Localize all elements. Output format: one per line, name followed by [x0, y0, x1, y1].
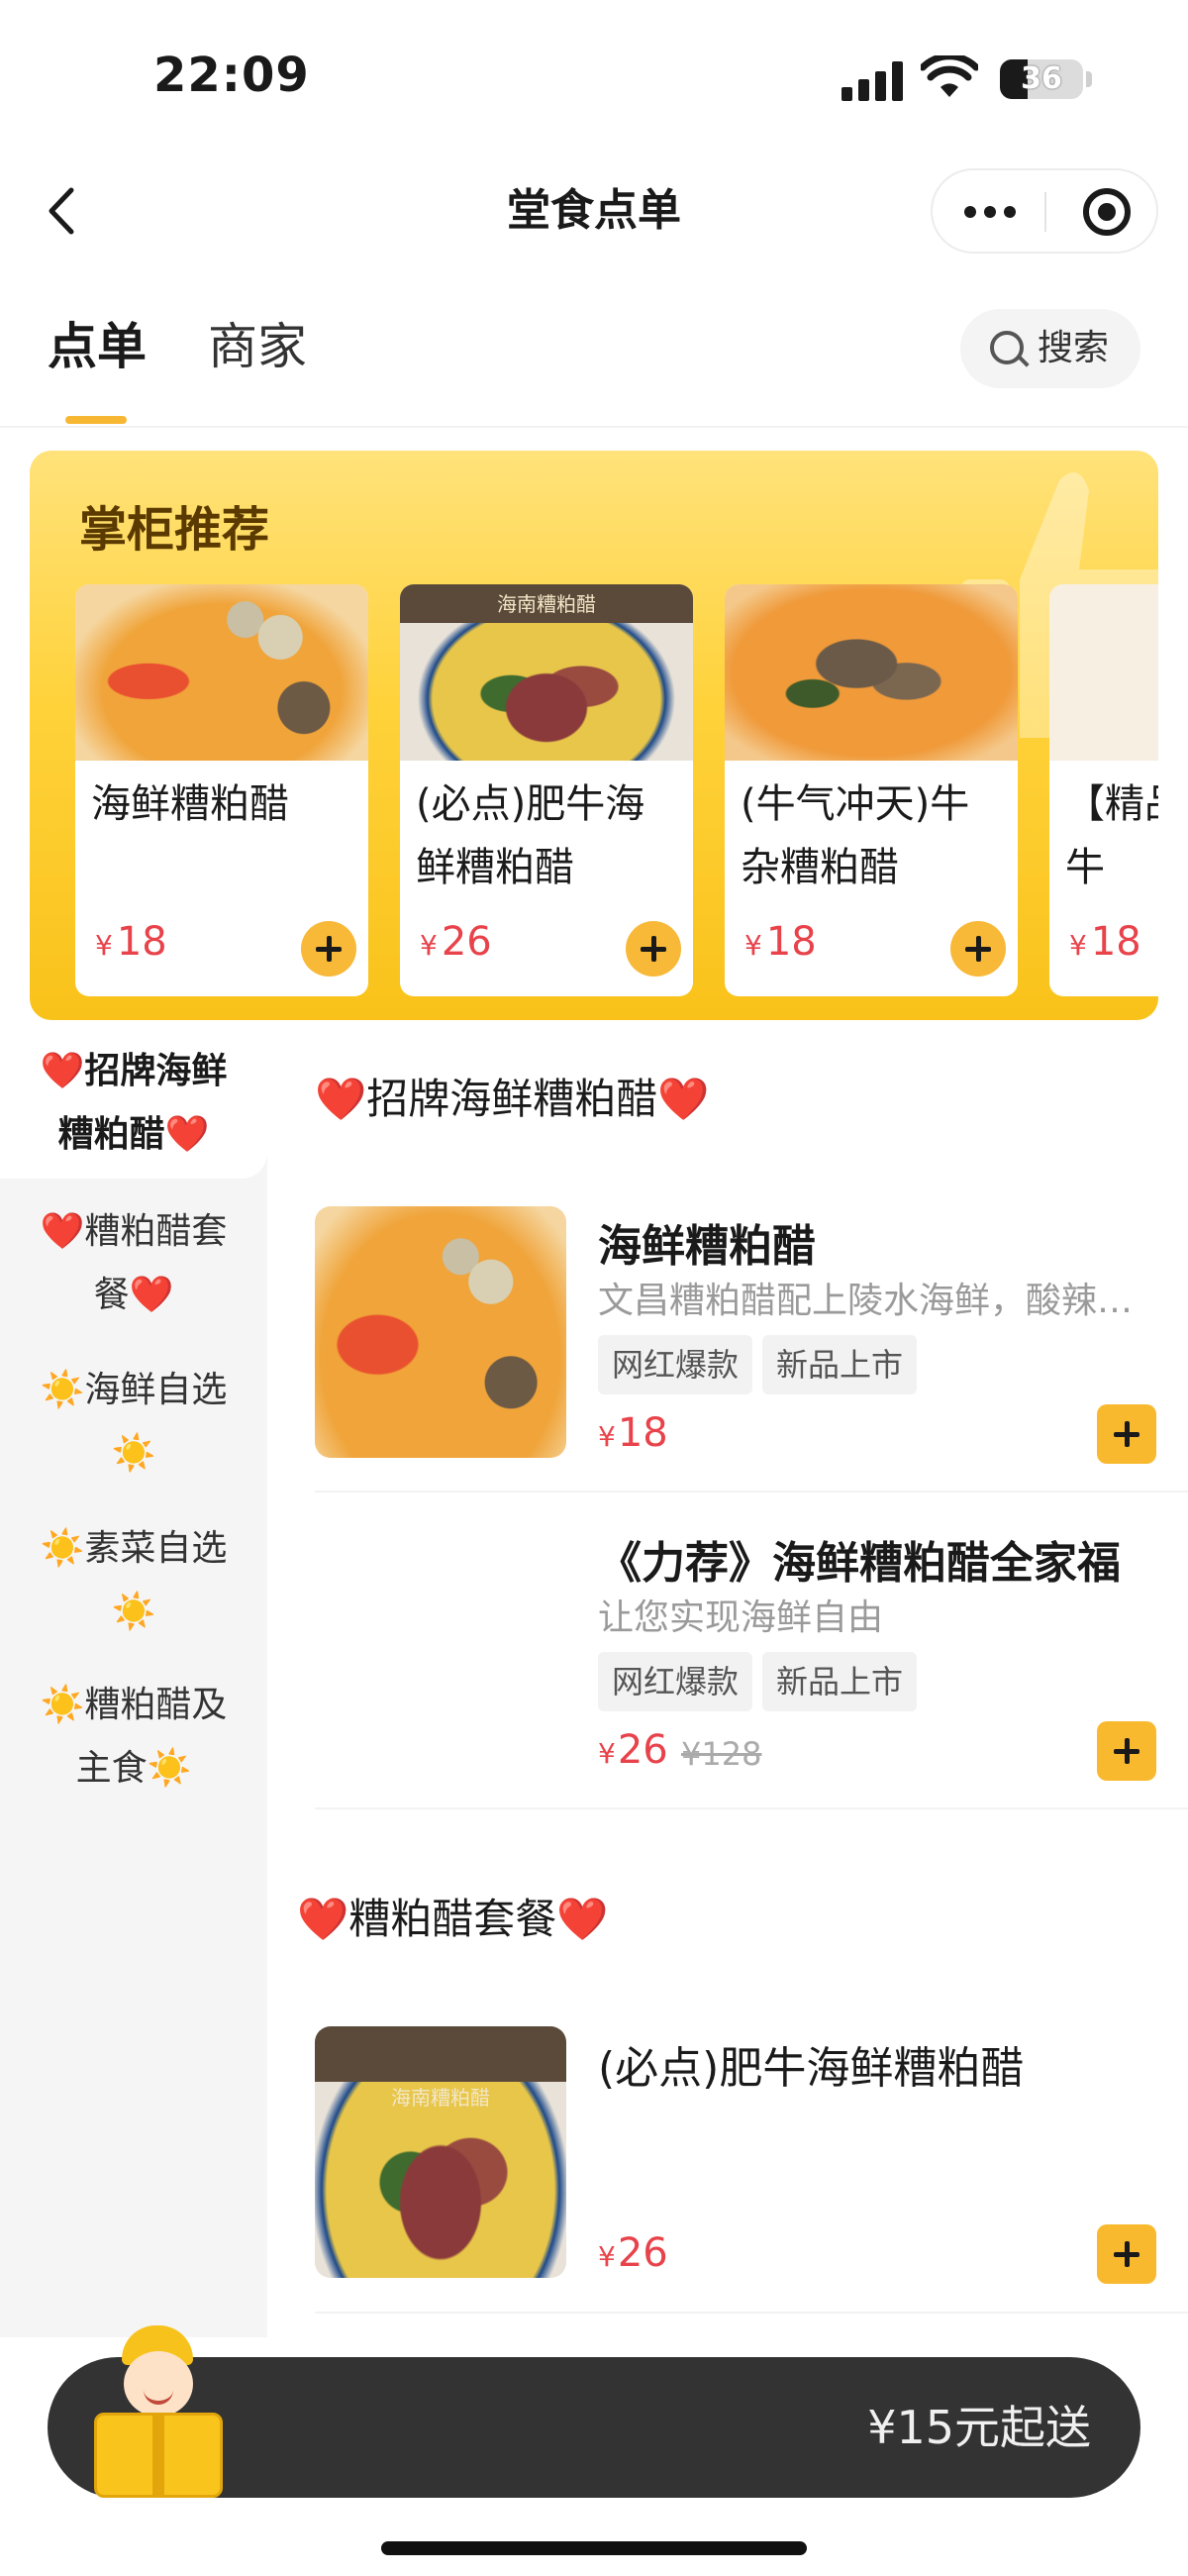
sidebar-item-vegetable[interactable]: ☀️素菜自选☀️: [0, 1517, 267, 1644]
sidebar-item-signature[interactable]: ❤️招牌海鲜糟粕醋❤️: [0, 1040, 267, 1167]
battery-tip: [1086, 71, 1092, 87]
active-tab-indicator: [65, 416, 127, 424]
dish-image: [725, 584, 1018, 761]
recommend-item-price: ¥18: [95, 919, 167, 965]
home-indicator[interactable]: [381, 2541, 807, 2555]
status-time: 22:09: [153, 48, 310, 103]
dish-name[interactable]: (必点)肥牛海鲜糟粕醋: [598, 2032, 1024, 2096]
sidebar-item-staple[interactable]: ☀️糟粕醋及主食☀️: [0, 1674, 267, 1801]
sidebar-item-seafood[interactable]: ☀️海鲜自选☀️: [0, 1359, 267, 1486]
recommend-item-price: ¥26: [420, 919, 492, 965]
dish-tag: 新品上市: [762, 1335, 918, 1394]
row-divider: [315, 1807, 1188, 1809]
dish-description: 文昌糟粕醋配上陵水海鲜，酸辣…: [598, 1281, 1134, 1321]
dish-image: 海南糟粕醋: [400, 584, 693, 761]
dish-original-price: ¥128: [681, 1735, 762, 1773]
cellular-signal-icon: [842, 59, 903, 101]
recommend-item[interactable]: 【精品】海鲜牛 ¥18: [1049, 584, 1158, 996]
dish-price: ¥26: [598, 1727, 668, 1773]
dish-tag: 网红爆款: [598, 1335, 753, 1394]
dish-tag: 新品上市: [762, 1652, 918, 1711]
dish-name[interactable]: 海鲜糟粕醋: [598, 1210, 816, 1274]
battery-level: 36: [1021, 61, 1062, 96]
recommend-item-name: 海鲜糟粕醋: [91, 781, 289, 827]
image-caption: 海南糟粕醋: [497, 592, 596, 616]
recommend-item-name: 【精品】海鲜牛: [1065, 781, 1158, 890]
dish-image[interactable]: 海南糟粕醋: [315, 2026, 566, 2278]
sidebar-item-set-meal[interactable]: ❤️糟粕醋套餐❤️: [0, 1200, 267, 1327]
tab-order[interactable]: 点单: [48, 312, 147, 381]
dish-image[interactable]: [315, 1206, 566, 1458]
dish-price: ¥26: [598, 2230, 668, 2276]
cart-mascot-icon[interactable]: [94, 2325, 223, 2499]
tab-merchant[interactable]: 商家: [208, 312, 307, 381]
recommend-item-price: ¥18: [744, 919, 817, 965]
recommend-item-name: (牛气冲天)牛杂糟粕醋: [741, 781, 970, 890]
section-title: ❤️招牌海鲜糟粕醋❤️: [315, 1075, 710, 1123]
search-button[interactable]: 搜索: [960, 309, 1140, 388]
section-title: ❤️糟粕醋套餐❤️: [297, 1895, 609, 1943]
add-to-cart-button[interactable]: [1097, 2224, 1156, 2284]
battery-icon: 36: [1000, 59, 1083, 99]
close-miniprogram-icon[interactable]: [1083, 188, 1131, 236]
add-to-cart-button[interactable]: [1097, 1721, 1156, 1781]
recommend-item[interactable]: 海鲜糟粕醋 ¥18: [75, 584, 368, 996]
recommend-item[interactable]: (牛气冲天)牛杂糟粕醋 ¥18: [725, 584, 1018, 996]
capsule-divider: [1044, 192, 1046, 232]
recommend-title: 掌柜推荐: [79, 502, 270, 558]
dish-description: 让您实现海鲜自由: [598, 1597, 884, 1638]
miniprogram-capsule: [931, 168, 1158, 254]
recommend-list[interactable]: 海鲜糟粕醋 ¥18 海南糟粕醋 (必点)肥牛海鲜糟粕醋 ¥26 (牛气冲天)牛杂…: [75, 584, 1158, 1000]
recommend-item-name: (必点)肥牛海鲜糟粕醋: [416, 781, 645, 890]
recommend-card: 掌柜推荐 海鲜糟粕醋 ¥18 海南糟粕醋 (必点)肥牛海鲜糟粕醋 ¥26 (牛气…: [30, 451, 1158, 1020]
recommend-item[interactable]: 海南糟粕醋 (必点)肥牛海鲜糟粕醋 ¥26: [400, 584, 693, 996]
row-divider: [315, 1491, 1188, 1493]
min-order-text: ¥15元起送: [867, 2401, 1091, 2454]
dish-price: ¥18: [598, 1410, 668, 1456]
wifi-icon: [921, 55, 978, 97]
add-to-cart-button[interactable]: [950, 921, 1006, 977]
add-to-cart-button[interactable]: [1097, 1404, 1156, 1464]
dish-image: [75, 584, 368, 761]
dish-image: [1049, 584, 1158, 761]
more-icon[interactable]: [960, 170, 1020, 252]
add-to-cart-button[interactable]: [301, 921, 356, 977]
status-bar: 22:09 36: [0, 0, 1188, 149]
search-label: 搜索: [1038, 328, 1110, 368]
dish-tag: 网红爆款: [598, 1652, 753, 1711]
dish-name[interactable]: 《力荐》海鲜糟粕醋全家福: [598, 1527, 1121, 1591]
recommend-item-price: ¥18: [1069, 919, 1141, 965]
add-to-cart-button[interactable]: [626, 921, 681, 977]
search-icon: [990, 331, 1024, 364]
image-caption: 海南糟粕醋: [391, 2086, 490, 2110]
tab-divider: [0, 426, 1188, 428]
row-divider: [315, 2312, 1188, 2314]
